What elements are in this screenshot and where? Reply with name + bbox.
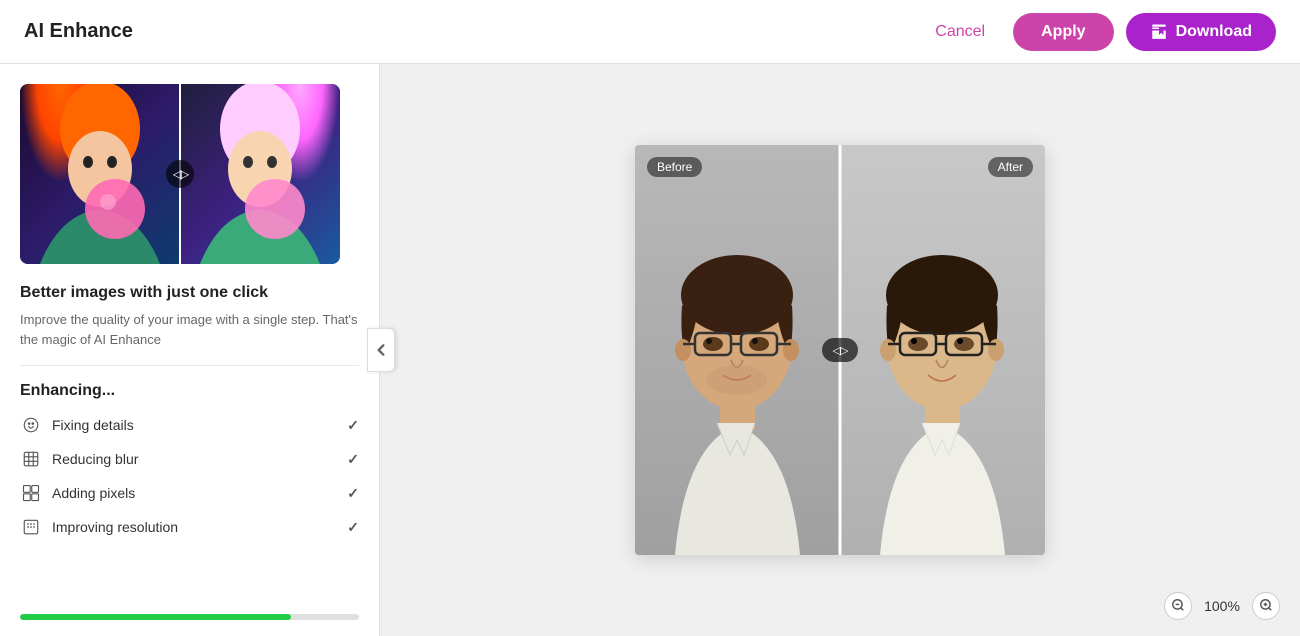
comparison-after [840,145,1045,555]
step-improving-resolution: Improving resolution ✓ [20,516,359,538]
left-panel: ◁▷ Better images with just one click Imp… [0,64,380,636]
panel-description: Improve the quality of your image with a… [20,310,359,349]
step-label-reducing: Reducing blur [52,451,138,467]
after-badge: After [988,157,1033,177]
step-adding-pixels: Adding pixels ✓ [20,482,359,504]
step-check-reducing: ✓ [347,451,359,468]
progress-bar-container [20,614,359,620]
person-silhouette-right [180,84,340,264]
header: AI Enhance Cancel Apply Download [0,0,1300,64]
panel-heading: Better images with just one click [20,284,359,302]
step-left-resolution: Improving resolution [20,516,178,538]
step-label-fixing: Fixing details [52,417,134,433]
adding-pixels-icon [20,482,42,504]
step-reducing-blur: Reducing blur ✓ [20,448,359,470]
right-content: ◁▷ Before After 100% [380,64,1300,636]
collapse-panel-button[interactable] [367,328,395,372]
main-layout: ◁▷ Better images with just one click Imp… [0,64,1300,636]
step-left-pixels: Adding pixels [20,482,135,504]
download-button[interactable]: Download [1126,13,1276,51]
zoom-level: 100% [1200,598,1244,614]
zoom-out-icon [1171,598,1185,615]
step-label-pixels: Adding pixels [52,485,135,501]
handle-arrows-icon: ◁▷ [173,167,187,181]
preview-after [180,84,340,264]
zoom-out-button[interactable] [1164,592,1192,620]
step-check-resolution: ✓ [347,519,359,536]
smile-icon [22,416,40,434]
step-check-pixels: ✓ [347,485,359,502]
step-label-resolution: Improving resolution [52,519,178,535]
fixing-details-icon [20,414,42,436]
before-badge: Before [647,157,702,177]
download-icon [1150,23,1168,41]
enhance-steps: Fixing details ✓ Re [20,414,359,538]
preview-image[interactable]: ◁▷ [20,84,340,264]
reducing-blur-icon [20,448,42,470]
comparison-handle-arrows: ◁▷ [833,344,848,357]
apply-button[interactable]: Apply [1013,13,1113,51]
panel-divider [20,365,359,366]
cancel-button[interactable]: Cancel [919,15,1001,49]
step-check-fixing: ✓ [347,417,359,434]
pixels-icon [22,484,40,502]
preview-before [20,84,180,264]
zoom-in-icon [1259,598,1273,615]
download-label: Download [1176,23,1252,41]
comparison-container[interactable]: ◁▷ Before After [635,145,1045,555]
blur-icon [22,450,40,468]
comparison-before [635,145,840,555]
zoom-controls: 100% [1164,592,1280,620]
header-actions: Cancel Apply Download [919,13,1276,51]
resolution-icon [22,518,40,536]
improving-resolution-icon [20,516,42,538]
step-left-fixing: Fixing details [20,414,134,436]
enhancing-title: Enhancing... [20,382,359,400]
zoom-in-button[interactable] [1252,592,1280,620]
comparison-handle[interactable]: ◁▷ [822,338,858,362]
page-title: AI Enhance [24,20,133,43]
step-fixing-details: Fixing details ✓ [20,414,359,436]
before-person-svg [635,145,840,555]
chevron-left-icon [374,343,388,357]
progress-bar-fill [20,614,291,620]
step-left-reducing: Reducing blur [20,448,138,470]
person-silhouette-left [20,84,180,264]
after-person-svg [840,145,1045,555]
preview-handle[interactable]: ◁▷ [166,160,194,188]
